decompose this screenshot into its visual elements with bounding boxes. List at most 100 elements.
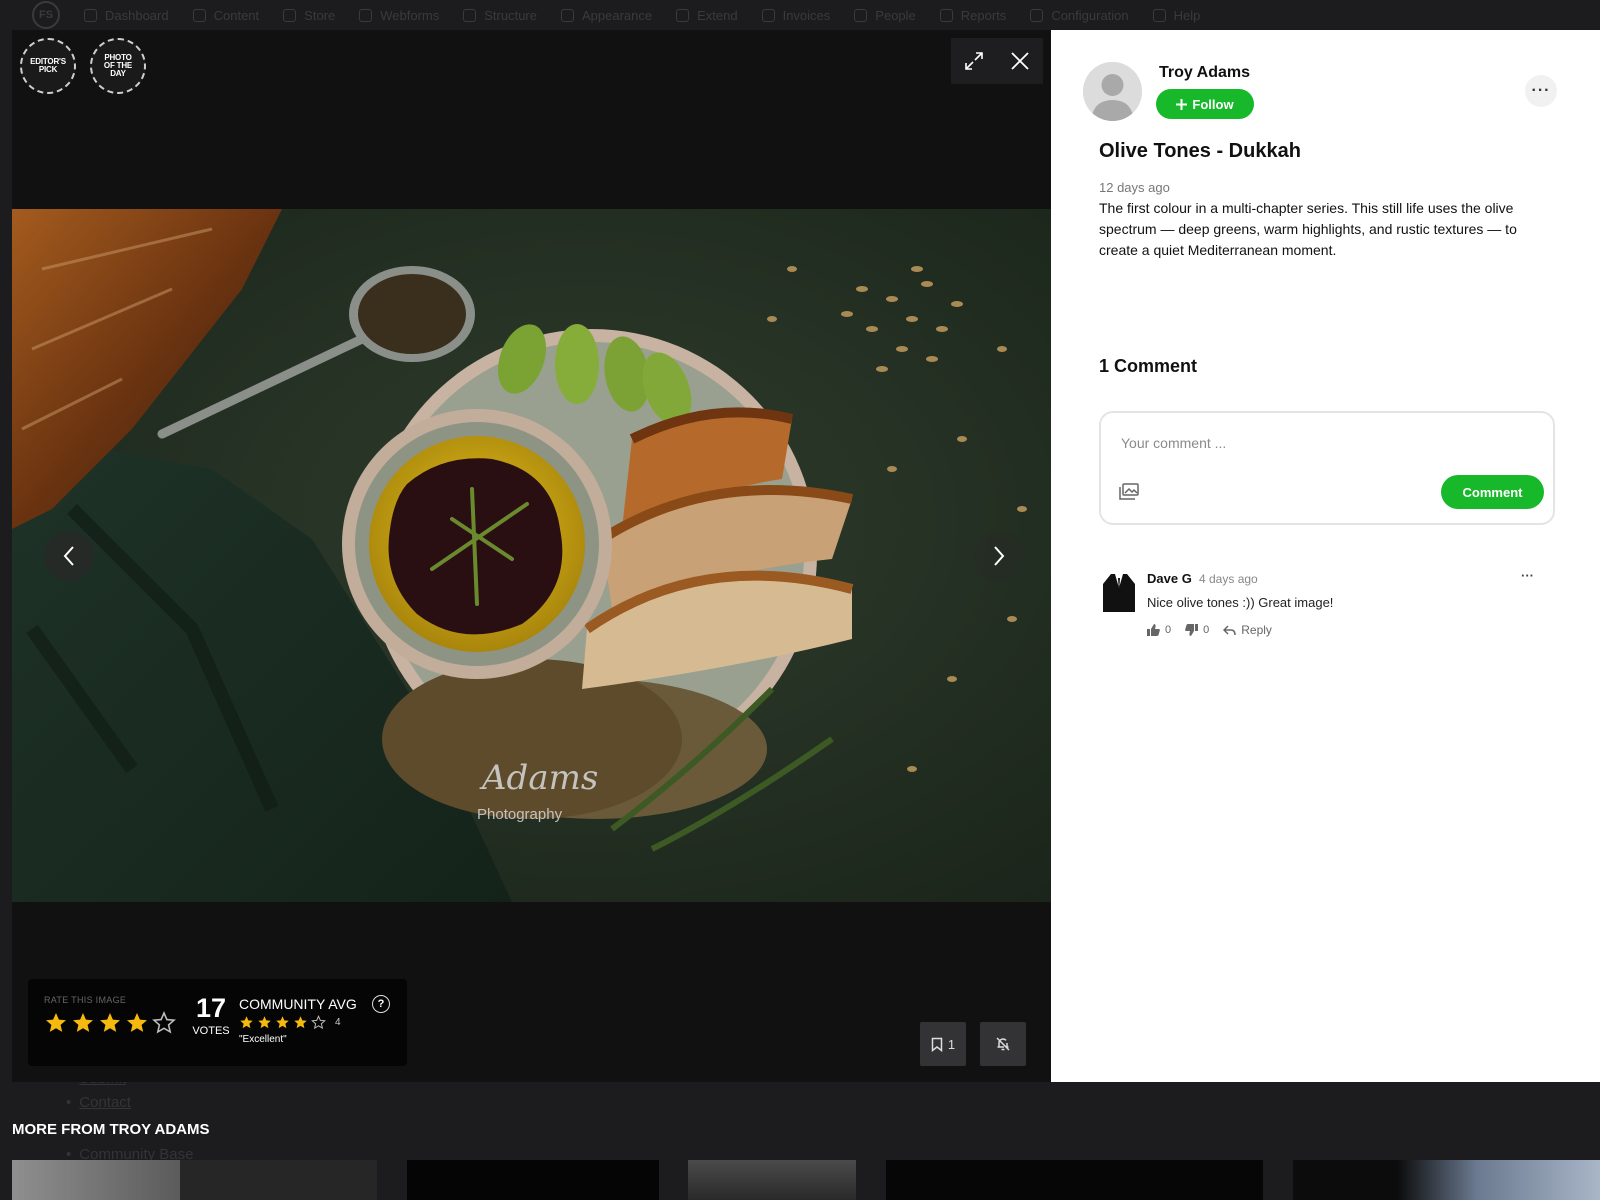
editors-pick-badge: EDITOR'S PICK (20, 38, 76, 94)
nav-item-appearance: Appearance (560, 8, 652, 23)
star-filled-icon[interactable] (98, 1011, 122, 1035)
like-count: 0 (1165, 624, 1172, 636)
posted-time: 12 days ago (1099, 180, 1170, 195)
reports-icon (939, 8, 953, 22)
community-avg-label: COMMUNITY AVG (239, 996, 357, 1012)
food-photo-image: Adams Photography (12, 209, 1051, 902)
help-icon (1152, 8, 1166, 22)
people-icon (854, 8, 868, 22)
site-logo: FS (32, 1, 60, 29)
thumbnail[interactable] (886, 1160, 1263, 1200)
community-avg-stars: 4 (239, 1015, 341, 1030)
star-filled-icon (294, 1016, 307, 1029)
commenter-name[interactable]: Dave G (1147, 571, 1192, 586)
cart-icon (283, 8, 297, 22)
photo-viewer: EDITOR'S PICK PHOTO OF THE DAY Adams Pho… (12, 30, 1051, 1082)
comment-time: 4 days ago (1199, 572, 1258, 586)
nav-item-extend: Extend (676, 8, 738, 23)
author-avatar[interactable] (1083, 62, 1142, 121)
thumbs-down-icon (1185, 624, 1199, 636)
star-filled-icon (258, 1016, 271, 1029)
notifications-off-button[interactable] (980, 1022, 1026, 1066)
bell-off-icon (996, 1037, 1010, 1051)
chevron-right-icon (994, 546, 1005, 566)
bookmark-button[interactable]: 1 (920, 1022, 966, 1066)
award-badges: EDITOR'S PICK PHOTO OF THE DAY (20, 38, 146, 94)
photo-details-panel: Troy Adams Follow ··· Olive Tones - Dukk… (1051, 30, 1600, 1082)
reply-button[interactable]: Reply (1223, 623, 1272, 637)
suit-avatar-icon (1103, 574, 1135, 612)
comment-actions: 0 0 Reply (1147, 623, 1280, 637)
follow-label: Follow (1192, 96, 1234, 112)
gear-icon (1030, 8, 1044, 22)
expand-button[interactable] (959, 46, 989, 76)
bg-link-contact: Contact (66, 1094, 131, 1118)
default-avatar-icon (1083, 62, 1142, 121)
community-rating-count: 4 (335, 1017, 341, 1028)
main-photo: Adams Photography (12, 209, 1051, 902)
nav-item-store: Store (283, 8, 335, 23)
next-photo-button[interactable] (974, 531, 1024, 581)
brush-icon (560, 8, 574, 22)
rate-label: RATE THIS IMAGE (44, 995, 127, 1005)
attach-image-button[interactable] (1119, 483, 1139, 505)
reply-label: Reply (1241, 623, 1272, 637)
star-empty-icon[interactable] (152, 1011, 176, 1035)
nav-item-invoices: Invoices (761, 8, 830, 23)
nav-item-webforms: Webforms (359, 8, 439, 23)
thumbnail[interactable] (688, 1160, 856, 1200)
reply-icon (1223, 624, 1236, 635)
thumbnail[interactable] (180, 1160, 377, 1200)
bookmark-icon (931, 1037, 943, 1052)
thumbnail[interactable] (407, 1160, 659, 1200)
bookmark-count: 1 (947, 1036, 956, 1052)
dislike-button[interactable]: 0 (1185, 624, 1209, 636)
photo-of-the-day-badge: PHOTO OF THE DAY (90, 38, 146, 94)
layers-icon (463, 8, 477, 22)
previous-photo-button[interactable] (44, 531, 94, 581)
like-button[interactable]: 0 (1147, 624, 1171, 636)
nav-item-structure: Structure (463, 8, 537, 23)
comment-item: Dave G 4 days ago ··· Nice olive tones :… (1101, 568, 1555, 648)
community-avg-text: "Excellent" (239, 1034, 287, 1045)
ellipsis-icon: ··· (1531, 82, 1551, 99)
star-filled-icon (276, 1016, 289, 1029)
nav-item-content: Content (192, 8, 259, 23)
image-gallery-icon (1119, 483, 1139, 500)
follow-button[interactable]: Follow (1156, 89, 1254, 119)
star-empty-icon (311, 1015, 326, 1030)
star-filled-icon[interactable] (125, 1011, 149, 1035)
commenter-avatar[interactable] (1101, 572, 1137, 612)
nav-item-dashboard: Dashboard (84, 8, 169, 23)
plus-icon (1176, 98, 1188, 110)
more-from-thumbnails (0, 1160, 1600, 1200)
more-from-heading: MORE FROM TROY ADAMS (12, 1121, 210, 1138)
user-rating-stars[interactable] (44, 1011, 176, 1035)
comment-more-button[interactable]: ··· (1521, 568, 1534, 583)
admin-nav: FS Dashboard Content Store Webforms Stru… (0, 0, 1600, 30)
rating-panel: RATE THIS IMAGE 17 VOTES COMMUNITY AVG 4… (28, 979, 407, 1066)
thumbs-up-icon (1147, 624, 1160, 636)
chevron-left-icon (63, 546, 74, 566)
author-name[interactable]: Troy Adams (1159, 64, 1250, 82)
thumbnail[interactable] (12, 1160, 180, 1200)
star-filled-icon[interactable] (71, 1011, 95, 1035)
votes-label: VOTES (192, 1025, 230, 1037)
help-button[interactable]: ? (372, 995, 390, 1013)
close-button[interactable] (1005, 46, 1035, 76)
thumbnail[interactable] (1293, 1160, 1600, 1200)
more-options-button[interactable]: ··· (1525, 75, 1557, 107)
comment-input[interactable] (1121, 435, 1521, 451)
nav-item-people: People (854, 8, 916, 23)
expand-icon (965, 52, 983, 70)
votes-count: 17 (195, 993, 227, 1023)
star-filled-icon (240, 1016, 253, 1029)
comment-submit-button[interactable]: Comment (1441, 475, 1544, 509)
nav-item-help: Help (1152, 8, 1200, 23)
viewer-toolbar (951, 38, 1043, 84)
comment-form: Comment (1099, 411, 1555, 525)
at-icon (359, 8, 373, 22)
comments-heading: 1 Comment (1099, 356, 1198, 376)
star-filled-icon[interactable] (44, 1011, 68, 1035)
comment-text: Nice olive tones :)) Great image! (1147, 595, 1334, 610)
